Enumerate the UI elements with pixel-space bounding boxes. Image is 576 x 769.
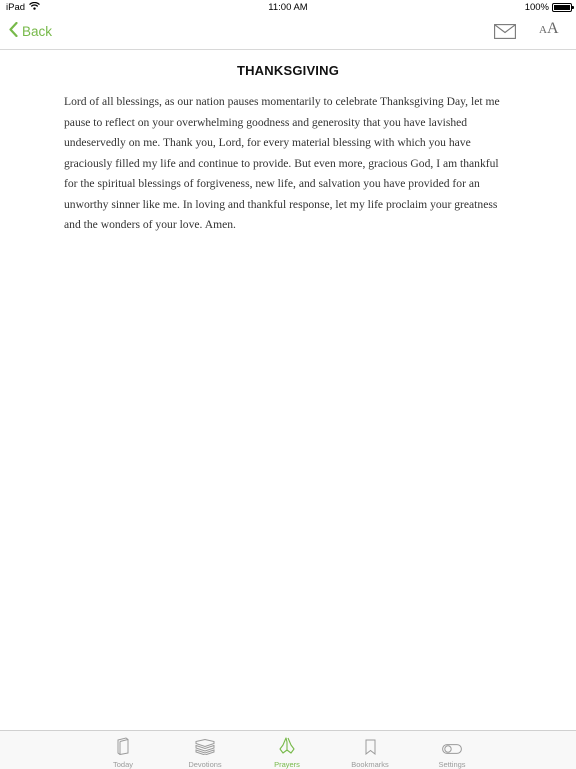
book-icon	[88, 735, 158, 755]
share-email-button[interactable]	[494, 24, 516, 44]
status-right: 100%	[524, 2, 574, 13]
praying-hands-icon	[252, 735, 322, 755]
tab-settings[interactable]: Settings	[417, 735, 487, 769]
tab-devotions[interactable]: Devotions	[170, 735, 240, 769]
battery-icon	[552, 3, 574, 12]
tab-bar: Today Devotions Prayers Bookmarks Settin…	[0, 730, 576, 769]
font-small-glyph: A	[539, 24, 547, 36]
bookmark-icon	[335, 735, 405, 755]
back-button[interactable]: Back	[9, 21, 53, 40]
font-size-button[interactable]: AA	[539, 20, 559, 38]
prayer-body: Lord of all blessings, as our nation pau…	[64, 95, 500, 231]
font-large-glyph: A	[546, 20, 559, 37]
battery-percent: 100%	[524, 2, 549, 13]
status-bar: iPad 11:00 AM 100%	[0, 0, 576, 16]
status-time: 11:00 AM	[268, 2, 308, 13]
battery-level	[554, 5, 570, 10]
prayer-title: THANKSGIVING	[236, 63, 340, 78]
navigation-bar: Back AA	[0, 16, 576, 50]
toggle-switch-icon	[417, 735, 487, 755]
tab-bookmarks[interactable]: Bookmarks	[335, 735, 405, 769]
envelope-icon	[494, 24, 516, 43]
back-button-label: Back	[22, 23, 53, 39]
books-stack-icon	[170, 735, 240, 755]
chevron-left-icon	[9, 21, 18, 40]
prayer-content: THANKSGIVING Lord of all blessings, as o…	[0, 50, 576, 730]
tab-prayers[interactable]: Prayers	[252, 735, 322, 769]
tab-today[interactable]: Today	[88, 735, 158, 769]
